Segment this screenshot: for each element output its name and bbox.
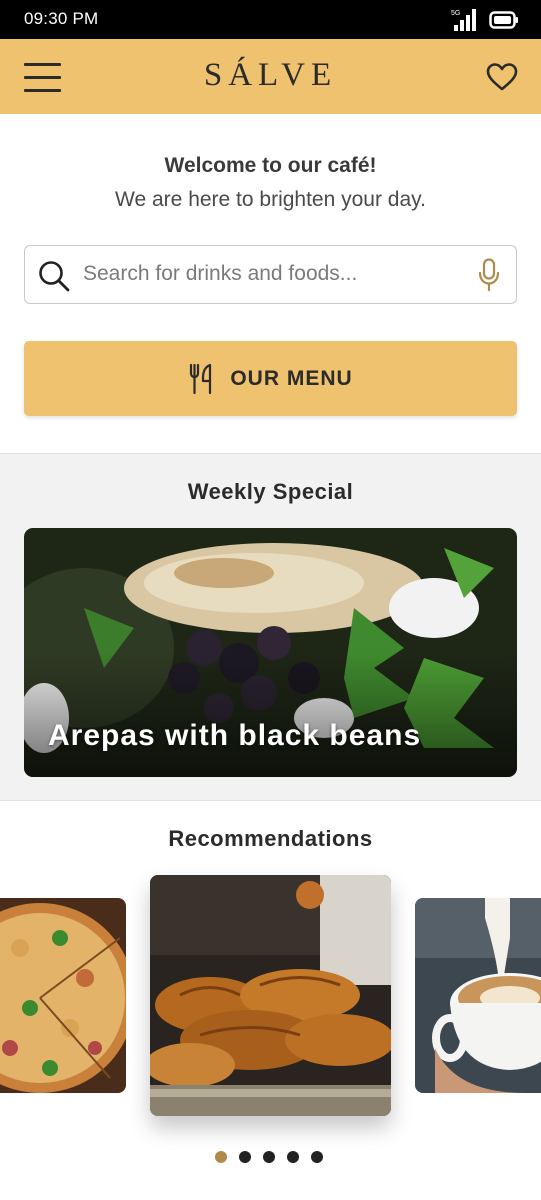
recommendation-card-pizza[interactable] [0, 898, 126, 1093]
recommendations-title: Recommendations [168, 826, 373, 851]
recommendation-card-croissants[interactable] [150, 875, 391, 1116]
latte-image [415, 898, 541, 1093]
network-type-label: 5G [451, 10, 460, 17]
weekly-special-section: Weekly Special Arepas with black beans [0, 453, 541, 801]
croissants-image [150, 875, 391, 1116]
app-header: SÁLVE [0, 39, 541, 114]
pizza-image [0, 898, 126, 1093]
status-time: 09:30 PM [24, 9, 99, 28]
battery-icon [489, 11, 518, 29]
carousel-dot-5[interactable] [311, 1151, 323, 1163]
signal-icon: 5G [451, 9, 476, 31]
weekly-special-title: Weekly Special [187, 479, 354, 504]
welcome-subtitle: We are here to brighten your day. [115, 188, 426, 211]
search-input[interactable] [83, 254, 463, 294]
brand-logo: SÁLVE [203, 57, 338, 93]
our-menu-label: OUR MENU [230, 366, 353, 390]
search-box[interactable] [24, 245, 517, 304]
carousel-pagination [215, 1151, 323, 1163]
status-icons: 5G [451, 8, 519, 32]
welcome-title: Welcome to our café! [164, 154, 377, 177]
microphone-icon[interactable] [478, 258, 500, 292]
heart-icon[interactable] [486, 62, 518, 92]
search-icon[interactable] [38, 260, 70, 292]
carousel-dot-2[interactable] [239, 1151, 251, 1163]
fork-knife-icon [190, 363, 212, 394]
weekly-special-card[interactable]: Arepas with black beans [24, 528, 517, 777]
our-menu-button[interactable]: OUR MENU [24, 341, 517, 416]
status-bar: 09:30 PM 5G [0, 0, 541, 39]
carousel-dot-3[interactable] [263, 1151, 275, 1163]
weekly-special-caption: Arepas with black beans [48, 719, 422, 752]
carousel-dot-1[interactable] [215, 1151, 227, 1163]
recommendation-card-latte[interactable] [415, 898, 541, 1093]
carousel-dot-4[interactable] [287, 1151, 299, 1163]
